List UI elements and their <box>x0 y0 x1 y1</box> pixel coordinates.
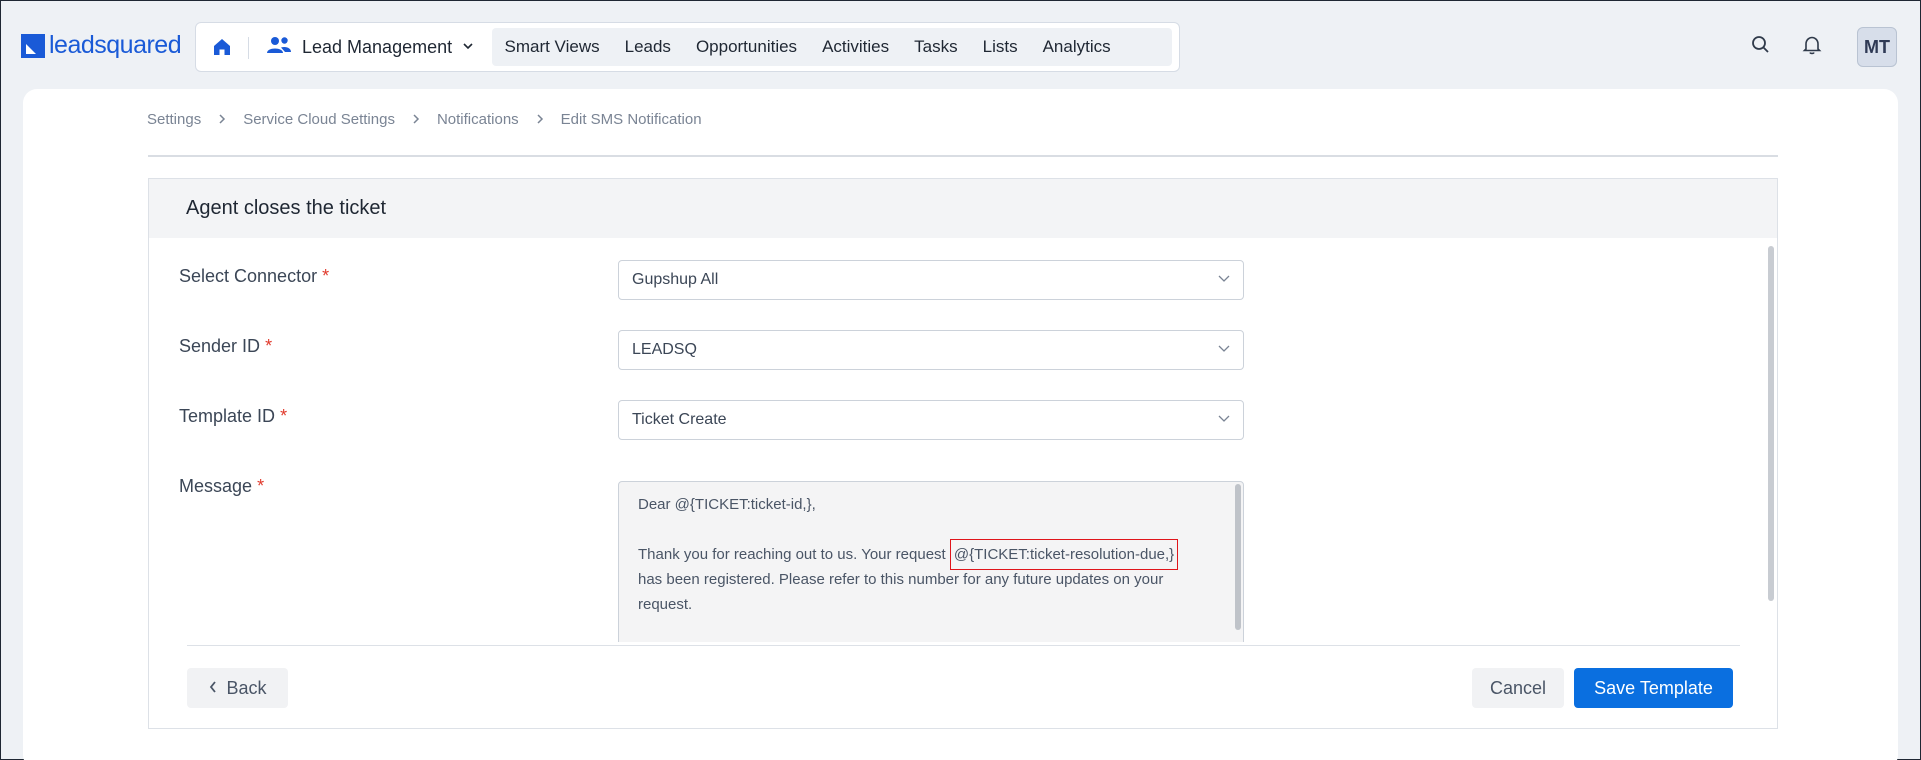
sender-label-text: Sender ID <box>179 336 261 356</box>
required-marker: * <box>257 476 265 496</box>
leadsquared-logo[interactable]: leadsquared <box>21 31 182 60</box>
connector-label-text: Select Connector <box>179 266 318 286</box>
chevron-down-icon <box>1217 411 1231 425</box>
main-nav: Lead Management Smart Views Leads Opport… <box>195 22 1180 72</box>
breadcrumb: Settings Service Cloud Settings Notifica… <box>147 111 702 128</box>
footer-divider <box>187 645 1740 646</box>
module-label: Lead Management <box>302 36 453 57</box>
panel-title: Agent closes the ticket <box>149 179 1777 238</box>
message-scrollbar[interactable] <box>1235 484 1241 630</box>
module-switcher[interactable]: Lead Management <box>266 23 474 71</box>
highlighted-merge-field: @{TICKET:ticket-resolution-due,} <box>949 539 1179 570</box>
menu-item-tasks[interactable]: Tasks <box>902 37 970 57</box>
connector-value: Gupshup All <box>632 271 719 288</box>
search-icon[interactable] <box>1750 34 1772 56</box>
connector-select[interactable]: Gupshup All <box>618 260 1244 300</box>
home-icon[interactable] <box>210 35 234 59</box>
breadcrumb-notifications[interactable]: Notifications <box>437 111 519 128</box>
chevron-right-icon <box>535 112 545 128</box>
template-label: Template ID * <box>179 406 287 427</box>
breadcrumb-settings[interactable]: Settings <box>147 111 201 128</box>
content-card: Settings Service Cloud Settings Notifica… <box>23 89 1898 760</box>
user-avatar[interactable]: MT <box>1857 27 1897 67</box>
menu-item-leads[interactable]: Leads <box>612 37 683 57</box>
logo-text: leadsquared <box>49 31 182 59</box>
template-value: Ticket Create <box>632 411 727 428</box>
chevron-right-icon <box>217 112 227 128</box>
form-body[interactable]: Select Connector * Gupshup All Sender ID… <box>149 238 1777 642</box>
message-text: Thank you for reaching out to us. Your r… <box>638 546 950 563</box>
form-scrollbar[interactable] <box>1768 246 1774 601</box>
breadcrumb-divider <box>148 155 1778 157</box>
required-marker: * <box>265 336 273 356</box>
menu-item-analytics[interactable]: Analytics <box>1030 37 1123 57</box>
menu-item-activities[interactable]: Activities <box>810 37 902 57</box>
chevron-left-icon <box>208 678 218 699</box>
required-marker: * <box>322 266 330 286</box>
message-textarea[interactable]: Dear @{TICKET:ticket-id,}, Thank you for… <box>618 481 1244 642</box>
message-line: request. <box>638 596 693 613</box>
required-marker: * <box>280 406 288 426</box>
message-label: Message * <box>179 476 264 497</box>
save-template-button[interactable]: Save Template <box>1574 668 1733 708</box>
template-id-select[interactable]: Ticket Create <box>618 400 1244 440</box>
menu-item-smart-views[interactable]: Smart Views <box>492 37 612 57</box>
menu-item-opportunities[interactable]: Opportunities <box>683 37 809 57</box>
chevron-down-icon <box>1217 341 1231 355</box>
message-line: Thank you for reaching out to us. Your r… <box>638 539 1203 570</box>
sender-label: Sender ID * <box>179 336 272 357</box>
sender-value: LEADSQ <box>632 341 697 358</box>
chevron-down-icon <box>1217 271 1231 285</box>
message-label-text: Message <box>179 476 253 496</box>
cancel-button[interactable]: Cancel <box>1472 668 1564 708</box>
logo-mark-icon <box>21 33 45 58</box>
back-label: Back <box>226 677 267 698</box>
breadcrumb-service-cloud-settings[interactable]: Service Cloud Settings <box>243 111 395 128</box>
module-menu: Smart Views Leads Opportunities Activiti… <box>492 28 1172 66</box>
bell-icon[interactable] <box>1801 34 1823 56</box>
sender-id-select[interactable]: LEADSQ <box>618 330 1244 370</box>
message-line: has been registered. Please refer to thi… <box>638 571 1164 588</box>
breadcrumb-edit-sms-notification: Edit SMS Notification <box>560 111 702 128</box>
notification-form-panel: Agent closes the ticket Select Connector… <box>148 178 1778 729</box>
users-icon <box>266 35 292 60</box>
chevron-right-icon <box>411 112 421 128</box>
message-line: Dear @{TICKET:ticket-id,}, <box>638 496 816 513</box>
nav-divider <box>248 37 249 59</box>
menu-item-lists[interactable]: Lists <box>970 37 1030 57</box>
template-label-text: Template ID <box>179 406 276 426</box>
connector-label: Select Connector * <box>179 266 329 287</box>
chevron-down-icon <box>462 40 474 55</box>
top-navigation-bar: leadsquared Lead Management Smart Views … <box>1 1 1920 91</box>
back-button[interactable]: Back <box>187 668 288 708</box>
